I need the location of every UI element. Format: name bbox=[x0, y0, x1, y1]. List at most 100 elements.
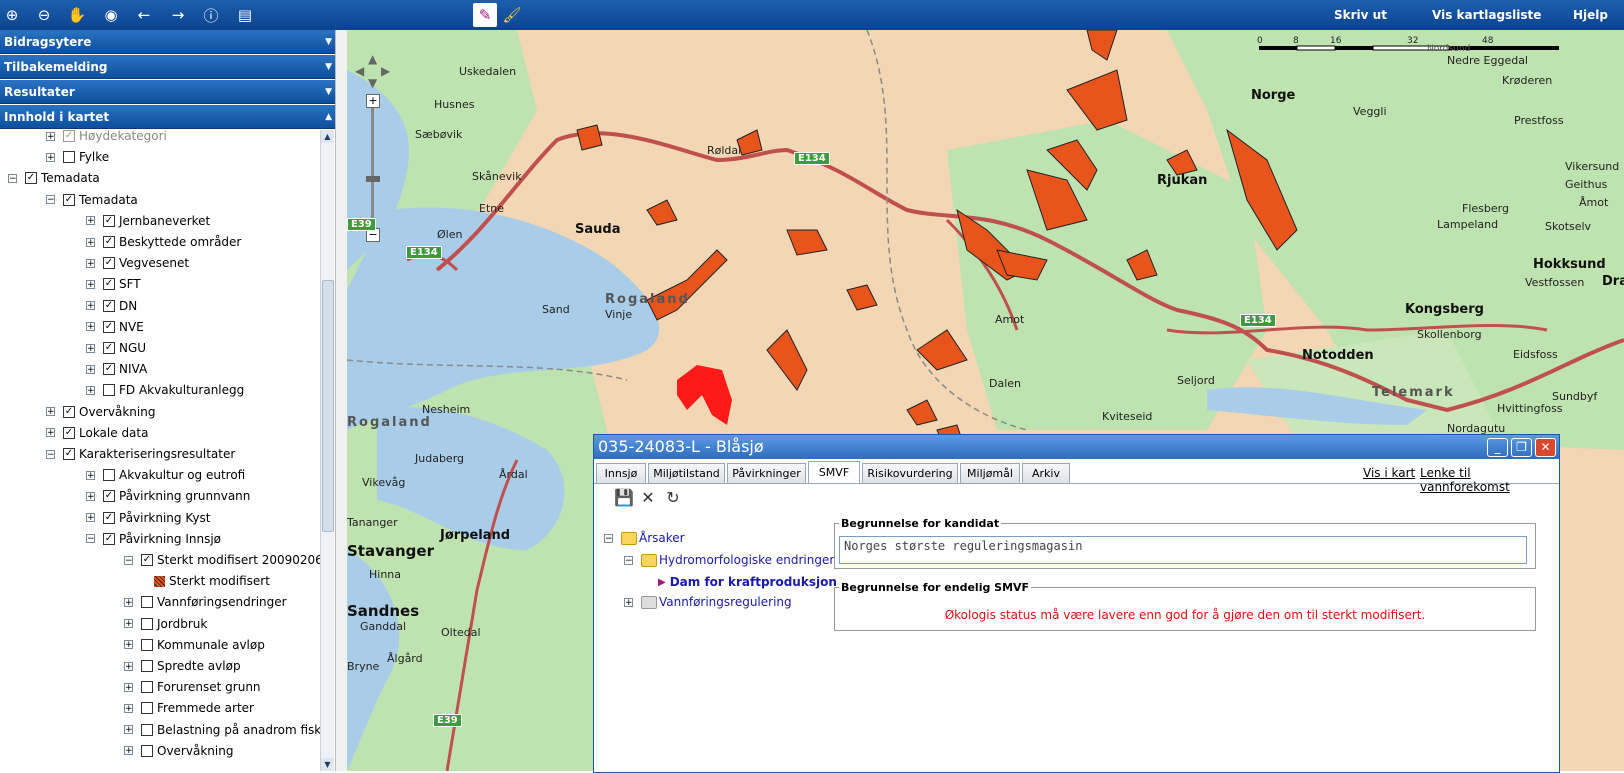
layer-checkbox[interactable] bbox=[141, 660, 153, 672]
draw-select-icon[interactable]: ✎ bbox=[473, 3, 497, 27]
zoom-handle[interactable] bbox=[366, 176, 380, 182]
save-icon[interactable]: 💾 bbox=[614, 489, 634, 507]
layer-tree-item[interactable]: + Fylke bbox=[46, 148, 109, 166]
expand-icon[interactable]: + bbox=[124, 597, 133, 607]
layer-checkbox[interactable] bbox=[141, 744, 153, 757]
layer-tree-item[interactable]: + Kommunale avløp bbox=[124, 636, 265, 654]
layer-list-link[interactable]: Vis kartlagsliste bbox=[1432, 8, 1541, 22]
dialog-titlebar[interactable]: 035-24083-L - Blåsjø bbox=[594, 435, 1559, 459]
layer-tree-item[interactable]: Sterkt modifisert bbox=[154, 572, 270, 590]
layer-tree-item[interactable]: + Vannføringsendringer bbox=[124, 593, 287, 611]
info-icon[interactable]: ⓘ bbox=[199, 3, 223, 27]
zoom-in-icon[interactable]: ⊕ bbox=[0, 3, 24, 27]
accordion-tilbakemelding[interactable]: Tilbakemelding ▼ bbox=[0, 55, 346, 79]
close-icon[interactable]: ✕ bbox=[1535, 438, 1556, 457]
back-arrow-icon[interactable]: ← bbox=[132, 3, 156, 27]
collapse-icon[interactable]: − bbox=[124, 555, 133, 565]
refresh-icon[interactable]: ↻ bbox=[664, 489, 682, 507]
expand-icon[interactable]: + bbox=[86, 322, 95, 332]
layer-tree-item[interactable]: + Jordbruk bbox=[124, 615, 207, 633]
layer-tree-item[interactable]: − ✓ Påvirkning Innsjø bbox=[86, 530, 221, 548]
layer-tree-item[interactable]: + ✓ Påvirkning grunnvann bbox=[86, 487, 250, 505]
expand-icon[interactable]: + bbox=[624, 597, 633, 607]
pan-hand-icon[interactable]: ✋ bbox=[65, 3, 89, 27]
layer-checkbox[interactable] bbox=[141, 638, 153, 651]
layer-tree-item[interactable]: + ✓ Lokale data bbox=[46, 424, 148, 442]
zoom-out-icon[interactable]: ⊖ bbox=[32, 3, 56, 27]
layer-tree-item[interactable]: − ✓ Sterkt modifisert 20090206 bbox=[124, 551, 323, 569]
minimize-icon[interactable]: _ bbox=[1487, 438, 1508, 457]
expand-icon[interactable]: + bbox=[46, 152, 55, 162]
layer-checkbox[interactable] bbox=[103, 384, 115, 397]
layer-tree-item[interactable]: + ✓ NIVA bbox=[86, 360, 147, 378]
delete-icon[interactable]: ✕ bbox=[639, 489, 657, 507]
layer-tree-item[interactable]: + ✓ NGU bbox=[86, 339, 146, 357]
forward-arrow-icon[interactable]: → bbox=[166, 3, 190, 27]
expand-icon[interactable]: + bbox=[86, 470, 95, 480]
expand-icon[interactable]: + bbox=[124, 619, 133, 629]
layer-tree-item[interactable]: + ✓ Overvåkning bbox=[46, 403, 155, 421]
waterbody-link[interactable]: Lenke til vannforekomst bbox=[1420, 466, 1559, 494]
layer-checkbox[interactable]: ✓ bbox=[103, 532, 115, 545]
show-in-map-link[interactable]: Vis i kart bbox=[1363, 466, 1415, 480]
pan-control[interactable]: ▲ ◀ ▶ ▼ bbox=[355, 52, 395, 92]
tab-risikovurdering[interactable]: Risikovurdering bbox=[862, 463, 958, 483]
expand-icon[interactable]: + bbox=[86, 258, 95, 268]
layer-tree-item[interactable]: + ✓ Beskyttede områder bbox=[86, 233, 241, 251]
layer-tree-item[interactable]: + FD Akvakulturanlegg bbox=[86, 381, 244, 399]
tab-miljotilstand[interactable]: Miljøtilstand bbox=[648, 463, 725, 483]
layer-checkbox[interactable] bbox=[141, 702, 153, 715]
expand-icon[interactable]: + bbox=[124, 661, 133, 671]
layer-checkbox[interactable]: ✓ bbox=[63, 426, 75, 439]
expand-icon[interactable]: + bbox=[124, 703, 133, 713]
collapse-icon[interactable]: − bbox=[86, 534, 95, 544]
scroll-up-icon[interactable]: ▲ bbox=[321, 130, 334, 143]
tab-pavirkninger[interactable]: Påvirkninger bbox=[727, 463, 806, 483]
help-link[interactable]: Hjelp bbox=[1573, 8, 1608, 22]
pan-up-icon[interactable]: ▲ bbox=[368, 52, 377, 66]
tree-node-vannforingsregulering[interactable]: + Vannføringsregulering bbox=[624, 595, 792, 609]
print-link[interactable]: Skriv ut bbox=[1334, 8, 1387, 22]
expand-icon[interactable]: + bbox=[86, 491, 95, 501]
zoom-plus-icon[interactable]: + bbox=[366, 94, 380, 108]
layer-tree-item[interactable]: + Akvakultur og eutrofi bbox=[86, 466, 245, 484]
candidate-textarea[interactable]: Norges største reguleringsmagasin bbox=[839, 536, 1527, 564]
expand-icon[interactable]: + bbox=[46, 428, 55, 438]
expand-icon[interactable]: + bbox=[86, 279, 95, 289]
layer-checkbox[interactable]: ✓ bbox=[103, 278, 115, 291]
layer-checkbox[interactable] bbox=[63, 151, 75, 164]
expand-icon[interactable]: + bbox=[86, 513, 95, 523]
layer-checkbox[interactable]: ✓ bbox=[63, 193, 75, 206]
expand-icon[interactable]: + bbox=[86, 301, 95, 311]
collapse-icon[interactable]: − bbox=[46, 195, 55, 205]
scroll-down-icon[interactable]: ▼ bbox=[321, 758, 334, 771]
layer-checkbox[interactable]: ✓ bbox=[103, 257, 115, 270]
globe-icon[interactable]: ◉ bbox=[99, 3, 123, 27]
layer-checkbox[interactable]: ✓ bbox=[103, 490, 115, 503]
scroll-thumb[interactable] bbox=[322, 280, 334, 532]
expand-icon[interactable]: + bbox=[86, 237, 95, 247]
layer-checkbox[interactable]: ✓ bbox=[63, 405, 75, 418]
tab-innsjo[interactable]: Innsjø bbox=[596, 463, 646, 483]
collapse-icon[interactable]: − bbox=[8, 173, 17, 183]
layer-tree-item[interactable]: + Spredte avløp bbox=[124, 657, 241, 675]
layer-tree-item[interactable]: − ✓ Temadata bbox=[46, 191, 138, 209]
collapse-icon[interactable]: − bbox=[604, 533, 613, 543]
layer-checkbox[interactable]: ✓ bbox=[103, 214, 115, 227]
collapse-icon[interactable]: − bbox=[46, 449, 55, 459]
layer-tree-item[interactable]: − ✓ Temadata bbox=[8, 169, 100, 187]
expand-icon[interactable]: + bbox=[124, 725, 133, 735]
layer-checkbox[interactable]: ✓ bbox=[103, 320, 115, 333]
layer-tree-item[interactable]: + ✓ SFT bbox=[86, 275, 141, 293]
layer-checkbox[interactable]: ✓ bbox=[103, 236, 115, 248]
tab-miljomal[interactable]: Miljømål bbox=[960, 463, 1020, 483]
layer-tree-item[interactable]: + Fremmede arter bbox=[124, 699, 254, 717]
expand-icon[interactable]: + bbox=[46, 131, 55, 141]
layer-checkbox[interactable]: ✓ bbox=[103, 299, 115, 312]
layer-checkbox[interactable]: ✓ bbox=[103, 363, 115, 376]
layer-tree-item[interactable]: + ✓ NVE bbox=[86, 318, 144, 336]
accordion-resultater[interactable]: Resultater ▼ bbox=[0, 80, 346, 104]
expand-icon[interactable]: + bbox=[86, 343, 95, 353]
expand-icon[interactable]: + bbox=[124, 682, 133, 692]
layer-checkbox[interactable]: ✓ bbox=[63, 448, 75, 460]
